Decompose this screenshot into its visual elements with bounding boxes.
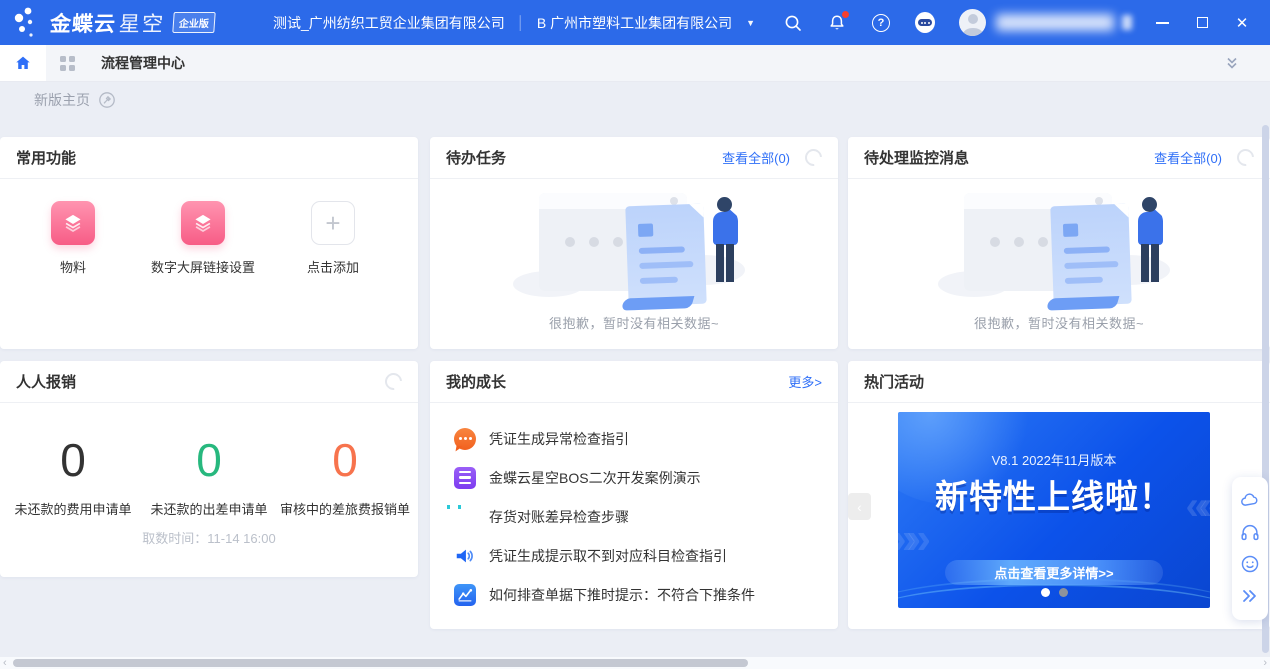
document-icon: [454, 467, 476, 489]
breadcrumb-label: 新版主页: [34, 90, 90, 110]
promo-banner[interactable]: V8.1 2022年11月版本 新特性上线啦！ 点击查看更多详情>>: [898, 412, 1210, 608]
speaker-icon: [454, 545, 476, 567]
assistant-icon[interactable]: [915, 13, 935, 33]
empty-state: 很抱歉，暂时没有相关数据~: [848, 179, 1270, 349]
card-title: 热门活动: [864, 371, 924, 392]
scroll-right-arrow[interactable]: ›: [1263, 657, 1267, 669]
username-blurred: [996, 14, 1114, 31]
banner-decor-chevrons-left: [898, 514, 921, 564]
fetch-time: 取数时间：11-14 16:00: [0, 528, 418, 547]
header-actions: ?: [783, 9, 1132, 36]
brand-bold: 金蝶云: [49, 8, 117, 38]
maximize-button[interactable]: [1194, 15, 1210, 31]
edition-badge: 企业版: [172, 12, 215, 33]
minimize-button[interactable]: [1154, 15, 1170, 31]
close-button[interactable]: ✕: [1234, 15, 1250, 31]
carousel-dot-active[interactable]: [1041, 588, 1050, 597]
horizontal-scrollbar[interactable]: ‹ ›: [0, 657, 1270, 669]
cloud-icon[interactable]: [1238, 489, 1262, 513]
notification-badge: [842, 11, 849, 18]
carousel-prev-button[interactable]: ‹: [848, 493, 871, 520]
empty-illustration: [519, 187, 749, 307]
username-blurred-2: [1122, 15, 1132, 30]
tab-bar: 流程管理中心: [0, 45, 1270, 82]
growth-item[interactable]: 凭证生成提示取不到对应科目检查指引: [454, 536, 828, 575]
card-title: 常用功能: [16, 147, 76, 168]
more-link[interactable]: 更多>: [788, 372, 822, 391]
growth-item[interactable]: 存货对账差异检查步骤: [454, 497, 828, 536]
refresh-icon[interactable]: [802, 146, 826, 170]
home-icon: [14, 54, 32, 72]
app-header: 金蝶云 星空 企业版 测试_广州纺织工贸企业集团有限公司 │ B 广州市塑料工业…: [0, 0, 1270, 45]
horizontal-scrollbar-thumb[interactable]: [13, 659, 748, 667]
layers-icon: [181, 201, 225, 245]
help-icon[interactable]: ?: [871, 13, 891, 33]
carousel-dot[interactable]: [1059, 588, 1068, 597]
growth-item[interactable]: 凭证生成异常检查指引: [454, 419, 828, 458]
card-hot-activities: 热门活动 V8.1 2022年11月版本 新特性上线啦！ 点击查看更多详情>> …: [848, 361, 1270, 629]
banner-version: V8.1 2022年11月版本: [898, 450, 1210, 469]
empty-illustration: [944, 187, 1174, 307]
stat-travel-requests[interactable]: 0 未还款的出差申请单: [141, 437, 277, 518]
function-tiles: 物料 数字大屏链接设置 + 点击添加: [0, 179, 418, 276]
stat-expense-requests[interactable]: 0 未还款的费用申请单: [5, 437, 141, 518]
empty-text: 很抱歉，暂时没有相关数据~: [848, 313, 1270, 332]
card-title: 待处理监控消息: [864, 147, 969, 168]
tab-home[interactable]: [0, 45, 46, 81]
breadcrumb: 新版主页: [34, 90, 116, 110]
growth-item[interactable]: 金蝶云星空BOS二次开发案例演示: [454, 458, 828, 497]
chevron-down-icon[interactable]: ▼: [746, 18, 755, 28]
company-divider: │: [517, 15, 525, 30]
pin-icon[interactable]: [98, 91, 116, 109]
expand-chevrons-icon[interactable]: [1238, 584, 1262, 608]
brand-light: 星空: [118, 8, 166, 38]
company-switcher[interactable]: 测试_广州纺织工贸企业集团有限公司 │ B 广州市塑料工业集团有限公司 ▼: [273, 13, 755, 33]
card-monitor-messages: 待处理监控消息 查看全部(0) 很抱歉，暂时没有相关数据~: [848, 137, 1270, 349]
empty-state: 很抱歉，暂时没有相关数据~: [430, 179, 838, 349]
stat-travel-reimburse-auditing[interactable]: 0 审核中的差旅费报销单: [277, 437, 413, 518]
user-avatar[interactable]: [959, 9, 986, 36]
card-title: 人人报销: [16, 371, 76, 392]
company-secondary: B 广州市塑料工业集团有限公司: [537, 13, 732, 33]
carousel-dots: [898, 588, 1210, 597]
layers-icon: [51, 201, 95, 245]
brand-name: 金蝶云 星空: [49, 8, 166, 38]
tab-process-center[interactable]: 流程管理中心: [101, 53, 185, 73]
company-primary: 测试_广州纺织工贸企业集团有限公司: [273, 13, 505, 33]
banner-cta-button[interactable]: 点击查看更多详情>>: [945, 560, 1163, 585]
card-my-growth: 我的成长 更多> 凭证生成异常检查指引 金蝶云星空BOS二次开发案例演示 存货对…: [430, 361, 838, 629]
scroll-left-arrow[interactable]: ‹: [3, 657, 7, 669]
refresh-icon[interactable]: [1234, 146, 1258, 170]
smiley-icon[interactable]: [1238, 552, 1262, 576]
stat-row: 0 未还款的费用申请单 0 未还款的出差申请单 0 审核中的差旅费报销单: [0, 403, 418, 518]
floating-toolbar: [1232, 477, 1268, 620]
plus-icon: +: [311, 201, 355, 245]
banner-headline: 新特性上线啦！: [898, 470, 1210, 518]
card-title: 我的成长: [446, 371, 506, 392]
add-function-tile[interactable]: + 点击添加: [268, 201, 398, 276]
window-controls: ✕: [1154, 15, 1250, 31]
view-all-link[interactable]: 查看全部(0): [722, 148, 790, 167]
kingdee-logo-icon: [14, 5, 46, 41]
card-reimbursement: 人人报销 0 未还款的费用申请单 0 未还款的出差申请单 0 审核中的差旅费报销…: [0, 361, 418, 577]
headset-icon[interactable]: [1238, 521, 1262, 545]
video-play-icon: [454, 506, 476, 528]
chat-dots-icon: [454, 428, 476, 450]
chart-icon: [454, 584, 476, 606]
card-todo-tasks: 待办任务 查看全部(0) 很抱歉，暂时没有相关数据~: [430, 137, 838, 349]
notification-bell-icon[interactable]: [827, 13, 847, 33]
view-all-link[interactable]: 查看全部(0): [1154, 148, 1222, 167]
card-title: 待办任务: [446, 147, 506, 168]
refresh-icon[interactable]: [382, 370, 406, 394]
growth-list: 凭证生成异常检查指引 金蝶云星空BOS二次开发案例演示 存货对账差异检查步骤 凭…: [430, 403, 838, 614]
empty-text: 很抱歉，暂时没有相关数据~: [430, 313, 838, 332]
function-tile-material[interactable]: 物料: [8, 201, 138, 276]
collapse-chevrons-icon[interactable]: [1224, 55, 1240, 71]
card-common-functions: 常用功能 物料 数字大屏链接设置 + 点击添加: [0, 137, 418, 349]
menu-grid-icon[interactable]: [60, 56, 75, 71]
growth-item[interactable]: 如何排查单据下推时提示：不符合下推条件: [454, 575, 828, 614]
search-icon[interactable]: [783, 13, 803, 33]
function-tile-bigscreen[interactable]: 数字大屏链接设置: [138, 201, 268, 276]
